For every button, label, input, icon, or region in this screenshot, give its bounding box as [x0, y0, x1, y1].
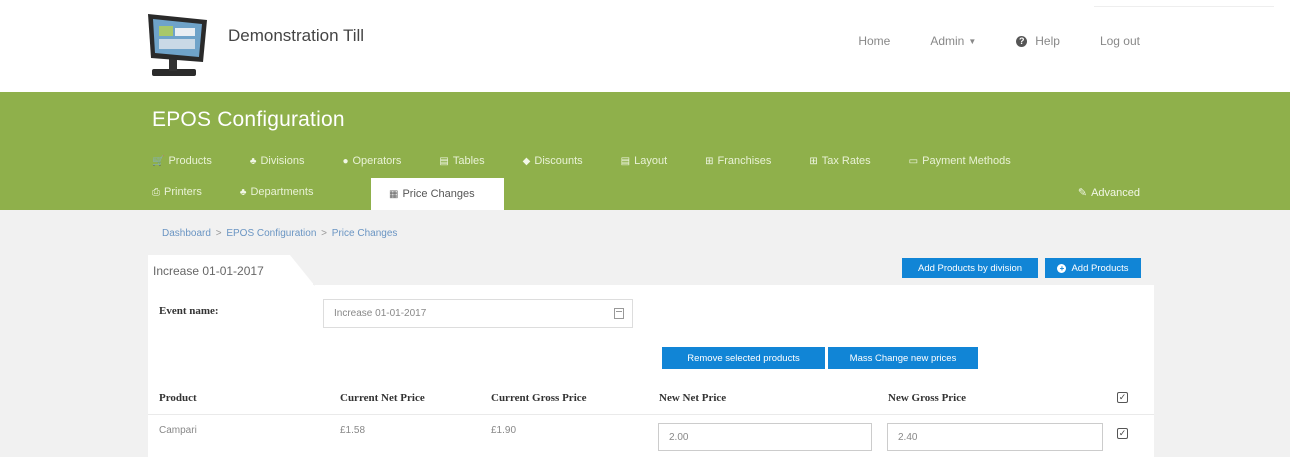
wrench-icon: ✎: [1077, 187, 1088, 199]
remove-selected-products-button[interactable]: Remove selected products: [662, 347, 825, 369]
tab-label: Layout: [634, 155, 668, 167]
current-net-price-cell: £1.58: [340, 425, 366, 436]
printer-icon: ⎙: [152, 186, 160, 198]
new-net-price-input[interactable]: 2.00: [658, 423, 872, 451]
event-name-field[interactable]: Increase 01-01-2017: [323, 299, 633, 328]
tab-label: Divisions: [260, 155, 305, 167]
top-bar: Demonstration Till Home Admin ▼ ? Help L…: [0, 0, 1290, 92]
breadcrumb-price-changes[interactable]: Price Changes: [332, 228, 398, 239]
nav-logout[interactable]: Log out: [1100, 34, 1140, 48]
tab-label: Products: [168, 155, 212, 167]
brand[interactable]: Demonstration Till: [145, 12, 364, 80]
tab-price-changes-label: Price Changes: [402, 188, 475, 200]
tab-label: Departments: [250, 186, 314, 198]
tab-tables[interactable]: ▤ Tables: [439, 155, 484, 167]
nav-admin-dropdown[interactable]: Admin ▼: [930, 34, 976, 48]
tab-label: Discounts: [534, 155, 583, 167]
column-header-current-gross-price: Current Gross Price: [491, 392, 587, 404]
users-icon: ●: [342, 155, 349, 167]
current-gross-price-cell: £1.90: [491, 425, 517, 436]
grid-icon: ⊞: [809, 155, 818, 167]
nav-home[interactable]: Home: [858, 34, 890, 48]
panel-tab-fold: [290, 255, 315, 286]
nav-admin-label: Admin: [930, 34, 965, 48]
panel-tab-label: Increase 01-01-2017: [148, 255, 313, 286]
breadcrumb-separator: >: [215, 228, 222, 239]
plus-circle-icon: +: [1057, 263, 1067, 273]
row-select-checkbox[interactable]: ✓: [1117, 428, 1128, 439]
tabs-row-1: 🛒 Products ♣ Divisions ● Operators ▤ Tables ◆ Dis…: [152, 155, 1049, 167]
mass-change-prices-button[interactable]: Mass Change new prices: [828, 347, 978, 369]
breadcrumb-dashboard[interactable]: Dashboard: [162, 228, 211, 239]
add-products-label: Add Products: [1071, 262, 1129, 274]
caret-down-icon: ▼: [968, 36, 977, 46]
event-name-label: Event name:: [159, 305, 219, 317]
table-divider: [148, 414, 1154, 415]
table-icon: ▤: [439, 155, 449, 167]
breadcrumb-epos-configuration[interactable]: EPOS Configuration: [226, 228, 316, 239]
tab-label: Tax Rates: [821, 155, 871, 167]
help-icon: ?: [1016, 35, 1028, 47]
tab-franchises[interactable]: ⊞ Franchises: [705, 155, 771, 167]
tab-label: Franchises: [717, 155, 772, 167]
nav-help-label: Help: [1035, 34, 1060, 48]
product-name-cell: Campari: [159, 425, 197, 436]
tab-label: Operators: [352, 155, 402, 167]
tab-advanced[interactable]: ✎ Advanced: [1077, 186, 1140, 200]
tab-layout[interactable]: ▤ Layout: [621, 155, 667, 167]
tag-icon: ◆: [522, 155, 531, 167]
grid-icon: ⊞: [705, 155, 714, 167]
sitemap-icon: ♣: [239, 186, 247, 198]
tab-tax-rates[interactable]: ⊞ Tax Rates: [809, 155, 870, 167]
tab-products[interactable]: 🛒 Products: [152, 155, 212, 167]
column-header-product: Product: [159, 392, 197, 404]
calendar-icon: ▦: [389, 188, 399, 200]
cart-icon: 🛒: [152, 155, 165, 167]
tab-operators[interactable]: ● Operators: [342, 155, 401, 167]
column-header-new-net-price: New Net Price: [659, 392, 727, 404]
tabs-row-2: ⎙ Printers ♣ Departments: [152, 186, 351, 198]
select-all-checkbox[interactable]: ✓: [1117, 392, 1128, 403]
new-gross-price-input[interactable]: 2.40: [887, 423, 1103, 451]
tab-payment-methods[interactable]: ▭ Payment Methods: [909, 155, 1011, 167]
top-nav: Home Admin ▼ ? Help Log out: [818, 34, 1140, 48]
column-header-current-net-price: Current Net Price: [340, 392, 425, 404]
page-title: EPOS Configuration: [152, 108, 345, 131]
tab-label: Printers: [164, 186, 202, 198]
tab-discounts[interactable]: ◆ Discounts: [523, 155, 583, 167]
tab-divisions[interactable]: ♣ Divisions: [250, 155, 305, 167]
calendar-icon[interactable]: [614, 308, 624, 319]
tab-label: Tables: [452, 155, 485, 167]
breadcrumb-separator: >: [321, 228, 328, 239]
card-icon: ▭: [908, 155, 919, 167]
column-header-new-gross-price: New Gross Price: [888, 392, 966, 404]
app-title: Demonstration Till: [228, 26, 365, 45]
till-logo-icon: [145, 12, 215, 80]
tab-advanced-label: Advanced: [1091, 186, 1140, 199]
nav-help[interactable]: ? Help: [1016, 34, 1060, 48]
layout-icon: ▤: [620, 155, 631, 167]
event-name-value: Increase 01-01-2017: [334, 308, 427, 319]
tab-printers[interactable]: ⎙ Printers: [152, 186, 202, 198]
breadcrumb: Dashboard > EPOS Configuration > Price C…: [162, 228, 397, 239]
top-divider: [1094, 6, 1274, 7]
sitemap-icon: ♣: [249, 155, 257, 167]
tab-price-changes[interactable]: ▦ Price Changes: [371, 178, 504, 210]
tab-departments[interactable]: ♣ Departments: [240, 186, 314, 198]
add-products-button[interactable]: + Add Products: [1045, 258, 1141, 278]
add-products-by-division-button[interactable]: Add Products by division: [902, 258, 1038, 278]
tab-label: Payment Methods: [922, 155, 1011, 167]
